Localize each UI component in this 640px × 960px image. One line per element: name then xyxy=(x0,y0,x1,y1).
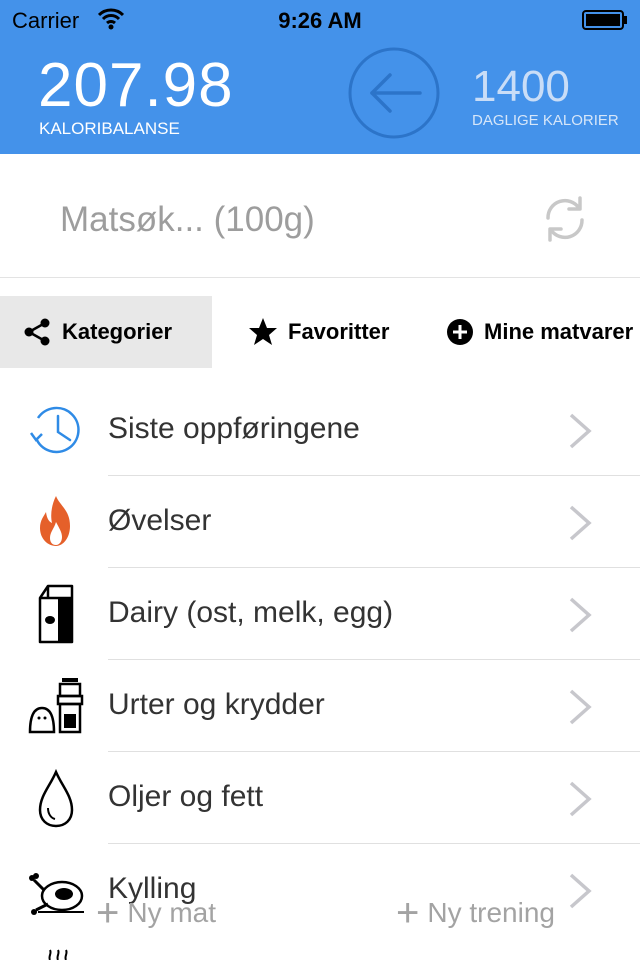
header: Carrier 9:26 AM 207.98 KALORIBALANSE 140… xyxy=(0,0,640,154)
list-item-label: Dairy (ost, melk, egg) xyxy=(108,596,394,629)
refresh-icon[interactable] xyxy=(540,194,590,244)
chicken-icon xyxy=(29,873,84,915)
share-icon xyxy=(24,318,50,346)
chevron-right-icon xyxy=(569,873,592,909)
list-item[interactable]: Siste oppføringene xyxy=(0,384,640,476)
plus-icon: + xyxy=(396,891,420,935)
flame-icon xyxy=(40,496,70,546)
chevron-right-icon xyxy=(569,505,592,541)
search-bar xyxy=(0,154,640,278)
daily-calories-value: 1400 xyxy=(472,62,570,111)
list-item[interactable]: Dairy (ost, melk, egg) xyxy=(0,568,640,660)
star-icon xyxy=(249,318,277,345)
new-workout-label: Ny trening xyxy=(427,897,555,928)
daily-calories-label: DAGLIGE KALORIER xyxy=(472,112,619,129)
chevron-right-icon xyxy=(569,597,592,633)
tab-my-foods-label: Mine matvarer xyxy=(484,319,634,344)
tab-favorites-label: Favoritter xyxy=(288,319,390,344)
list-item-label: Oljer og fett xyxy=(108,780,264,813)
list-item[interactable]: Urter og krydder xyxy=(0,660,640,752)
back-arrow-button[interactable] xyxy=(348,47,440,139)
plus-circle-icon xyxy=(447,319,473,345)
milk-carton-icon xyxy=(38,584,74,644)
list-item-label: Siste oppføringene xyxy=(108,412,360,445)
list-item-label: Øvelser xyxy=(108,504,212,537)
category-tabs: Kategorier Favoritter Mine matvarer xyxy=(0,296,640,368)
calorie-balance-label: KALORIBALANSE xyxy=(39,119,180,138)
history-clock-icon xyxy=(29,406,80,454)
oil-drop-icon xyxy=(38,768,74,828)
new-food-label: Ny mat xyxy=(127,897,217,928)
new-food-button[interactable]: + Ny mat xyxy=(96,891,217,935)
calorie-balance-value: 207.98 xyxy=(38,51,234,120)
new-workout-button[interactable]: + Ny trening xyxy=(396,891,555,935)
food-search-input[interactable] xyxy=(60,198,500,242)
tab-favorites[interactable]: Favoritter xyxy=(248,296,389,368)
list-item[interactable]: Oljer og fett xyxy=(0,752,640,844)
battery-icon xyxy=(582,10,627,30)
chevron-right-icon xyxy=(569,689,592,725)
status-bar: Carrier 9:26 AM xyxy=(0,0,640,40)
plus-icon: + xyxy=(96,891,120,935)
list-item-label: Urter og krydder xyxy=(108,688,325,721)
tab-categories-label: Kategorier xyxy=(62,319,173,344)
tab-my-foods[interactable]: Mine matvarer xyxy=(446,296,633,368)
tab-categories[interactable]: Kategorier xyxy=(0,296,212,368)
chevron-right-icon xyxy=(569,413,592,449)
steam-icon xyxy=(48,949,68,960)
list-item[interactable]: Øvelser xyxy=(0,476,640,568)
chevron-right-icon xyxy=(569,781,592,817)
spice-grinder-icon xyxy=(28,678,84,734)
status-time: 9:26 AM xyxy=(278,8,362,33)
